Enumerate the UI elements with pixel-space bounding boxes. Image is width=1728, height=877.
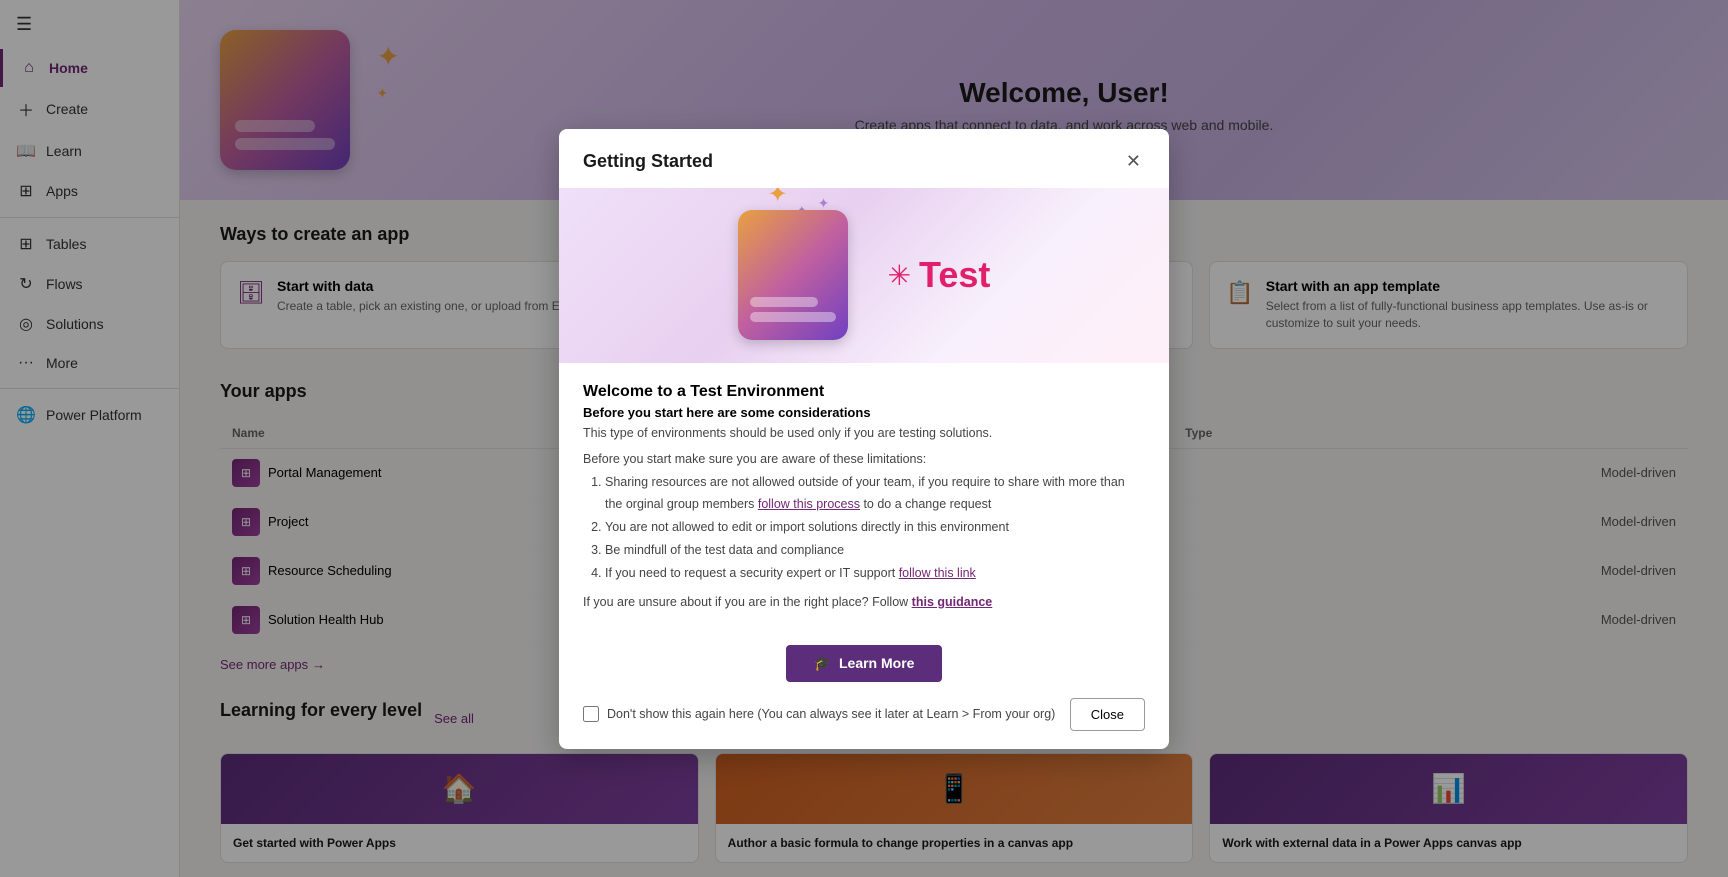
learn-more-button[interactable]: 🎓 Learn More xyxy=(786,645,943,682)
modal-footer: Don't show this again here (You can alwa… xyxy=(559,698,1169,749)
modal-actions: 🎓 Learn More xyxy=(559,629,1169,698)
modal-desc: This type of environments should be used… xyxy=(583,424,1145,443)
limitation-1-link[interactable]: follow this process xyxy=(758,497,860,511)
modal-limitations-intro: Before you start make sure you are aware… xyxy=(583,452,1145,466)
modal-header: Getting Started ✕ xyxy=(559,129,1169,188)
close-button[interactable]: Close xyxy=(1070,698,1145,731)
learn-more-label: Learn More xyxy=(839,655,914,671)
modal-logo-area: ✳ Test xyxy=(888,254,991,296)
modal-hero-image: ✦ ✦ ✦ ✳ Test xyxy=(559,188,1169,363)
modal-title: Getting Started xyxy=(583,151,713,172)
modal-guidance: If you are unsure about if you are in th… xyxy=(583,595,1145,609)
modal-phone-graphic xyxy=(738,210,848,340)
limitation-4-link[interactable]: follow this link xyxy=(899,566,976,580)
learn-more-icon: 🎓 xyxy=(814,655,831,672)
modal-subtitle: Before you start here are some considera… xyxy=(583,405,1145,420)
modal-overlay: Getting Started ✕ ✦ ✦ ✦ ✳ Test Welcome t… xyxy=(0,0,1728,877)
getting-started-modal: Getting Started ✕ ✦ ✦ ✦ ✳ Test Welcome t… xyxy=(559,129,1169,749)
modal-guidance-text: If you are unsure about if you are in th… xyxy=(583,595,912,609)
limitation-4-text-before: If you need to request a security expert… xyxy=(605,566,899,580)
limitation-2: You are not allowed to edit or import so… xyxy=(605,517,1145,538)
dont-show-label[interactable]: Don't show this again here (You can alwa… xyxy=(583,706,1055,722)
limitation-4: If you need to request a security expert… xyxy=(605,563,1145,584)
modal-logo-text: Test xyxy=(919,254,990,296)
dont-show-checkbox[interactable] xyxy=(583,706,599,722)
dont-show-text: Don't show this again here (You can alwa… xyxy=(607,707,1055,721)
modal-star-large: ✦ xyxy=(768,188,788,210)
modal-logo-icon: ✳ xyxy=(888,259,911,292)
modal-welcome-title: Welcome to a Test Environment xyxy=(583,383,1145,401)
limitation-1-text-after: to do a change request xyxy=(860,497,991,511)
modal-close-button[interactable]: ✕ xyxy=(1122,147,1145,176)
limitation-1: Sharing resources are not allowed outsid… xyxy=(605,472,1145,515)
modal-body: Welcome to a Test Environment Before you… xyxy=(559,363,1169,629)
limitation-3: Be mindfull of the test data and complia… xyxy=(605,540,1145,561)
modal-guidance-link[interactable]: this guidance xyxy=(912,595,993,609)
modal-limitations-list: Sharing resources are not allowed outsid… xyxy=(583,472,1145,584)
